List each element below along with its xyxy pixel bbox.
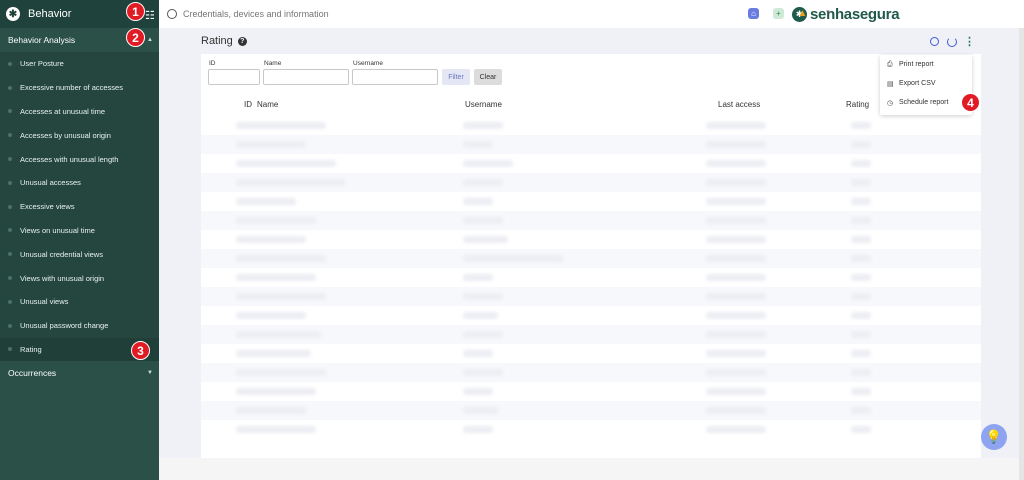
add-icon[interactable]: + [773,8,784,19]
sidebar-item-unusual-credential-views[interactable]: Unusual credential views [0,242,159,266]
section-label: Behavior Analysis [8,35,76,45]
table-row[interactable] [201,382,981,401]
sidebar-title: Behavior [28,8,72,20]
sidebar-item-views-unusual-time[interactable]: Views on unusual time [0,219,159,243]
sidebar-item-excessive-accesses[interactable]: Excessive number of accesses [0,76,159,100]
search-input[interactable] [183,9,483,19]
table-row[interactable] [201,420,981,439]
refresh-icon[interactable] [947,37,957,47]
annotation-marker-1: 1 [126,2,145,21]
section-label: Occurrences [8,368,57,379]
sidebar: ✱ Behavior ☷ Behavior Analysis ▲ User Po… [0,0,159,480]
name-filter-label: Name [264,60,282,67]
table-row[interactable] [201,135,981,154]
table-row[interactable] [201,287,981,306]
page-scrollbar[interactable] [1019,28,1024,480]
table-row[interactable] [201,173,981,192]
column-header-name[interactable]: Name [257,100,278,109]
clock-icon: ◷ [887,99,894,107]
column-header-last-access[interactable]: Last access [718,100,760,109]
lightbulb-help-icon[interactable]: 💡 [981,424,1007,450]
menu-grid-icon[interactable]: ☷ [145,9,155,22]
column-header-rating[interactable]: Rating [846,100,869,109]
help-icon[interactable]: ? [237,36,247,46]
filter-button[interactable]: Filter [442,69,470,85]
name-filter-input[interactable] [263,69,349,85]
chevron-up-icon: ▲ [147,37,153,43]
footer-strip [159,458,1024,480]
table-row[interactable] [201,325,981,344]
sidebar-item-unusual-accesses[interactable]: Unusual accesses [0,171,159,195]
column-header-username[interactable]: Username [465,100,502,109]
sidebar-section-occurrences[interactable]: Occurrences ▼ [0,361,159,385]
brand-logo: ✱ senhasegura [792,6,900,23]
username-filter-input[interactable] [352,69,438,85]
file-icon: ▤ [887,80,894,88]
annotation-marker-2: 2 [126,28,145,47]
sidebar-item-excessive-views[interactable]: Excessive views [0,195,159,219]
user-menu-chevron-icon[interactable]: ▼ [825,10,831,16]
report-card: ID Name Username Filter Clear ID Name Us… [201,54,981,458]
clear-button[interactable]: Clear [474,69,502,85]
option-label: Schedule report [899,99,949,106]
toggle-icon[interactable] [930,37,939,46]
table-row[interactable] [201,192,981,211]
id-filter-label: ID [209,60,216,67]
printer-icon: ⎙ [887,60,893,68]
table-row[interactable] [201,306,981,325]
table-row[interactable] [201,249,981,268]
filter-bar: ID Name Username Filter Clear [201,54,981,94]
schedule-report-option[interactable]: ◷ Schedule report [880,93,972,112]
sidebar-item-unusual-views[interactable]: Unusual views [0,290,159,314]
table-row[interactable] [201,230,981,249]
export-csv-option[interactable]: ▤ Export CSV [880,74,972,93]
print-report-option[interactable]: ⎙ Print report [880,55,972,74]
table-row[interactable] [201,401,981,420]
table-row[interactable] [201,116,981,135]
option-label: Print report [899,61,934,68]
sidebar-item-unusual-time[interactable]: Accesses at unusual time [0,100,159,124]
table-body-blurred [201,116,981,458]
topbar: ✱ senhasegura [159,0,1024,28]
page-title-row: Rating ? [201,35,247,47]
table-row[interactable] [201,344,981,363]
id-filter-input[interactable] [208,69,260,85]
table-row[interactable] [201,211,981,230]
sidebar-item-unusual-password-change[interactable]: Unusual password change [0,314,159,338]
shield-logo-icon: ✱ [6,7,20,21]
more-options-icon[interactable]: ⋮ [964,35,975,48]
search-icon [167,9,177,19]
table-header: ID Name Username Last access Rating [201,94,981,116]
sidebar-item-unusual-length[interactable]: Accesses with unusual length [0,147,159,171]
warning-icon[interactable]: ▲ [797,8,808,19]
table-row[interactable] [201,154,981,173]
sidebar-item-views-unusual-origin[interactable]: Views with unusual origin [0,266,159,290]
sidebar-item-user-posture[interactable]: User Posture [0,52,159,76]
sidebar-submenu: User Posture Excessive number of accesse… [0,52,159,362]
table-row[interactable] [201,363,981,382]
option-label: Export CSV [899,80,936,87]
annotation-marker-4: 4 [961,93,980,112]
table-row[interactable] [201,268,981,287]
annotation-marker-3: 3 [131,341,150,360]
home-icon[interactable]: ⌂ [748,8,759,19]
chevron-down-icon: ▼ [147,370,153,377]
sidebar-item-unusual-origin[interactable]: Accesses by unusual origin [0,123,159,147]
username-filter-label: Username [353,60,383,67]
page-title: Rating [201,35,233,47]
report-options-dropdown: ⎙ Print report ▤ Export CSV ◷ Schedule r… [880,55,972,115]
column-header-id[interactable]: ID [244,100,252,109]
brand-name: senhasegura [810,6,900,23]
